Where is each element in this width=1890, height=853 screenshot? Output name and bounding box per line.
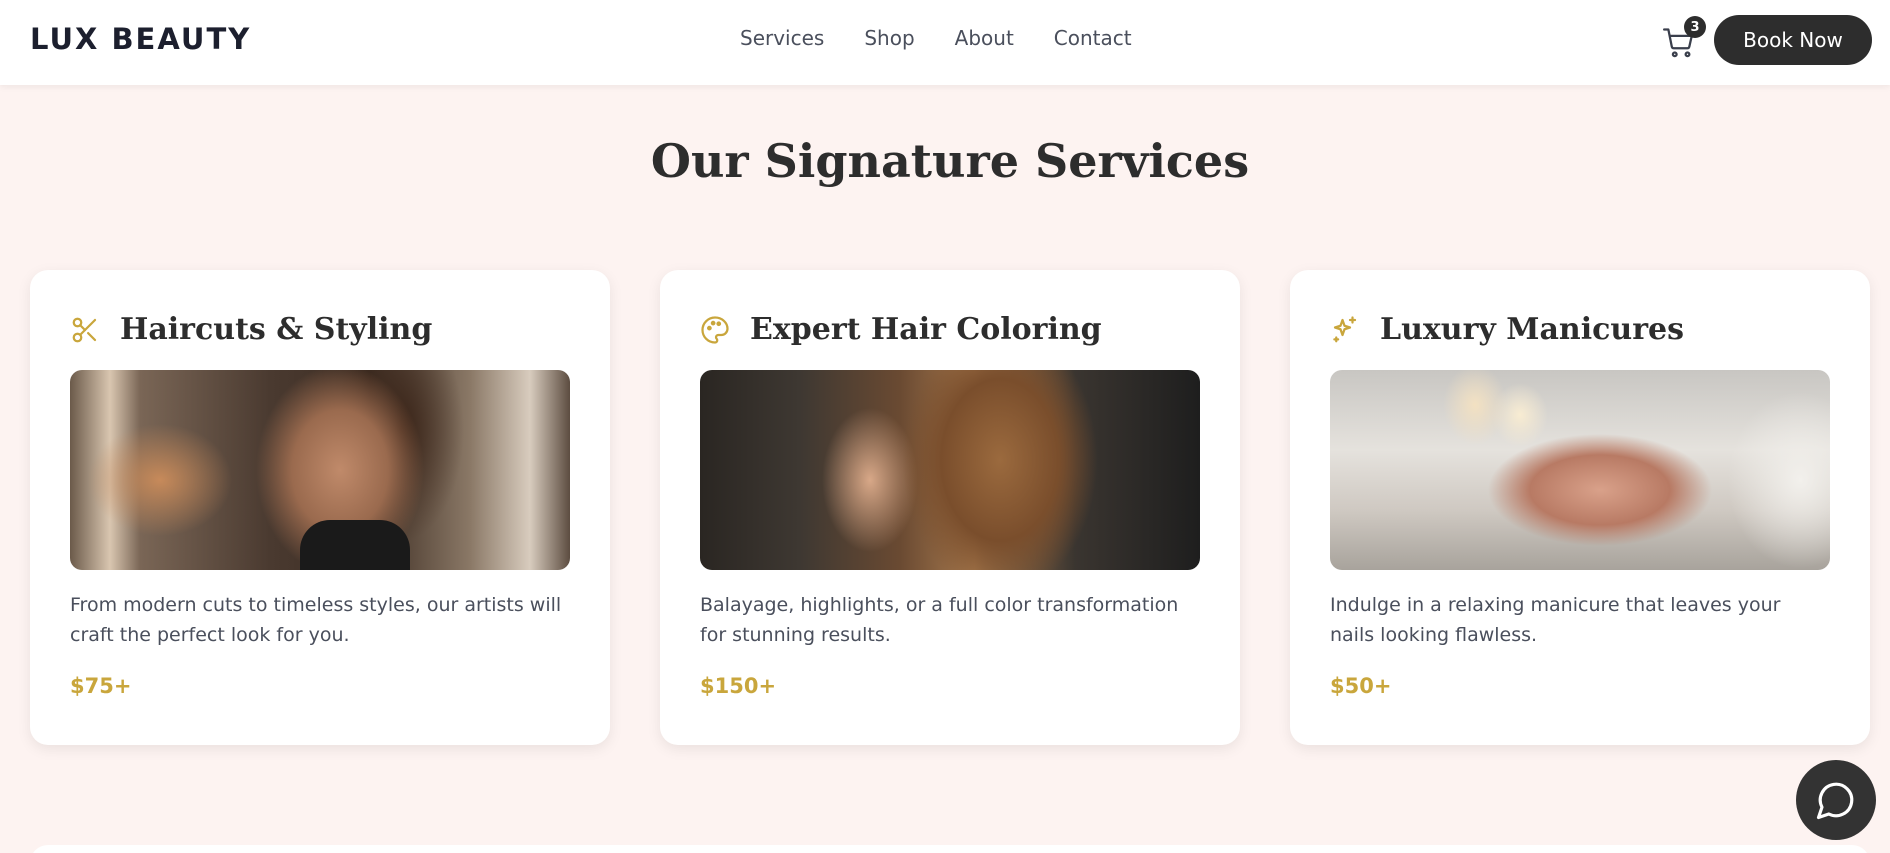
card-description: Indulge in a relaxing manicure that leav… xyxy=(1330,594,1781,646)
card-title: Luxury Manicures xyxy=(1380,312,1684,347)
card-header: Luxury Manicures xyxy=(1330,312,1684,347)
haircut-service-image xyxy=(70,370,570,570)
main-nav: Services Shop About Contact xyxy=(740,26,1132,50)
card-title: Expert Hair Coloring xyxy=(750,312,1102,347)
manicure-service-image xyxy=(1330,370,1830,570)
service-card-haircuts[interactable]: Haircuts & Styling From modern cuts to t… xyxy=(30,270,610,745)
chat-widget-button[interactable] xyxy=(1796,760,1876,840)
service-card-manicures[interactable]: Luxury Manicures Indulge in a relaxing m… xyxy=(1290,270,1870,745)
card-description: From modern cuts to timeless styles, our… xyxy=(70,594,562,646)
nav-link-services[interactable]: Services xyxy=(740,26,824,50)
palette-icon xyxy=(701,315,729,344)
book-now-button[interactable]: Book Now xyxy=(1714,15,1872,65)
site-header: LUX BEAUTY Services Shop About Contact 3… xyxy=(0,0,1890,85)
card-header: Haircuts & Styling xyxy=(70,312,432,347)
nav-link-contact[interactable]: Contact xyxy=(1054,26,1132,50)
nav-link-about[interactable]: About xyxy=(955,26,1014,50)
card-header: Expert Hair Coloring xyxy=(700,312,1102,347)
card-price: $75+ xyxy=(70,674,132,698)
next-section-panel xyxy=(30,845,1870,853)
card-title: Haircuts & Styling xyxy=(120,312,433,347)
chat-bubble-icon xyxy=(1816,782,1854,820)
section-title: Our Signature Services xyxy=(650,134,1250,188)
hair-coloring-service-image xyxy=(700,370,1200,570)
card-price: $50+ xyxy=(1330,674,1392,698)
sparkles-icon xyxy=(1333,315,1357,342)
nav-link-shop[interactable]: Shop xyxy=(864,26,914,50)
card-description: Balayage, highlights, or a full color tr… xyxy=(700,594,1179,646)
site-logo[interactable]: LUX BEAUTY xyxy=(30,22,251,56)
card-price: $150+ xyxy=(700,674,777,698)
cart-button[interactable]: 3 xyxy=(1662,16,1706,60)
service-card-coloring[interactable]: Expert Hair Coloring Balayage, highlight… xyxy=(660,270,1240,745)
scissors-icon xyxy=(72,317,97,342)
cart-count-badge: 3 xyxy=(1684,16,1706,38)
